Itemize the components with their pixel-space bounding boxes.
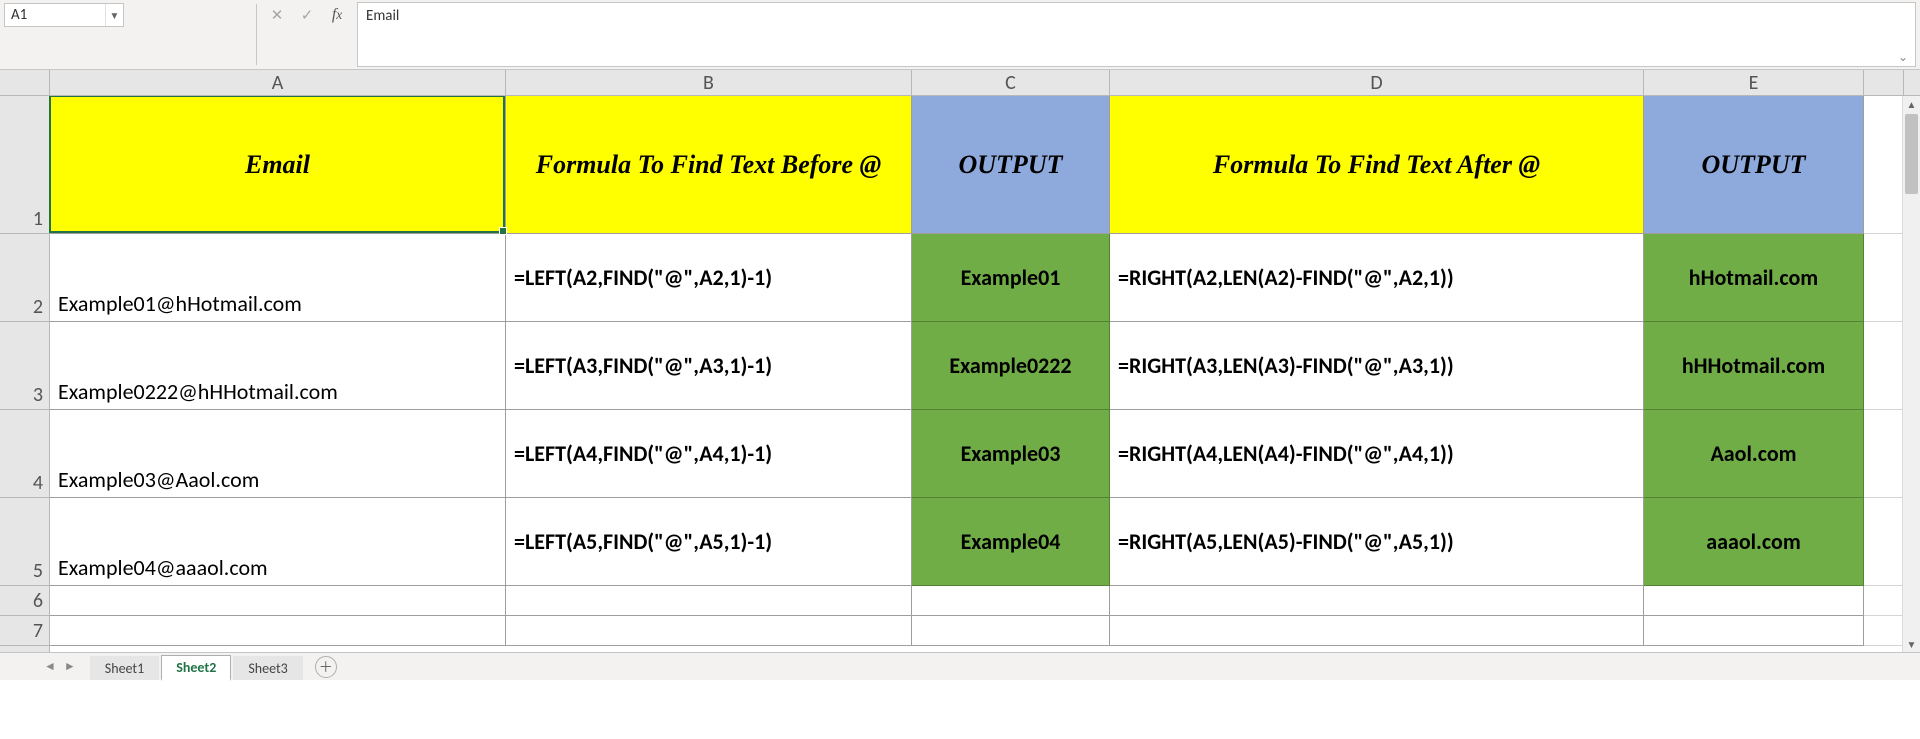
cell-E3[interactable]: hHHotmail.com <box>1644 322 1864 410</box>
cell-F3[interactable] <box>1864 322 1904 410</box>
cell-C4[interactable]: Example03 <box>912 410 1110 498</box>
row-header-1[interactable]: 1 <box>0 96 49 234</box>
row-header-4[interactable]: 4 <box>0 410 49 498</box>
formula-bar: A1 ▼ ✕ ✓ fx Email ⌄ <box>0 0 1920 70</box>
name-box-dropdown-icon[interactable]: ▼ <box>105 4 123 26</box>
cell-E6[interactable] <box>1644 586 1864 616</box>
vertical-scrollbar[interactable]: ▲ ▼ <box>1902 96 1920 652</box>
cell-C6[interactable] <box>912 586 1110 616</box>
cell-B3[interactable]: =LEFT(A3,FIND("@",A3,1)-1) <box>506 322 912 410</box>
cell-A7[interactable] <box>50 616 506 646</box>
cell-F6[interactable] <box>1864 586 1904 616</box>
row-header-2[interactable]: 2 <box>0 234 49 322</box>
accept-formula-icon[interactable]: ✓ <box>297 5 317 25</box>
cell-A6[interactable] <box>50 586 506 616</box>
cell-D4[interactable]: =RIGHT(A4,LEN(A4)-FIND("@",A4,1)) <box>1110 410 1644 498</box>
cell-D2[interactable]: =RIGHT(A2,LEN(A2)-FIND("@",A2,1)) <box>1110 234 1644 322</box>
cell-B4[interactable]: =LEFT(A4,FIND("@",A4,1)-1) <box>506 410 912 498</box>
cell-C1[interactable]: OUTPUT <box>912 96 1110 234</box>
cell-C2[interactable]: Example01 <box>912 234 1110 322</box>
name-box-area: A1 ▼ <box>0 0 256 69</box>
cancel-formula-icon[interactable]: ✕ <box>267 5 287 25</box>
col-header-blank[interactable] <box>1864 70 1904 95</box>
scroll-down-icon[interactable]: ▼ <box>1903 636 1920 652</box>
scroll-thumb[interactable] <box>1905 114 1918 194</box>
cell-F1[interactable] <box>1864 96 1904 234</box>
cell-E1[interactable]: OUTPUT <box>1644 96 1864 234</box>
name-box[interactable]: A1 ▼ <box>4 3 124 27</box>
cell-E2[interactable]: hHotmail.com <box>1644 234 1864 322</box>
cell-D7[interactable] <box>1110 616 1644 646</box>
cell-B1[interactable]: Formula To Find Text Before @ <box>506 96 912 234</box>
cell-D6[interactable] <box>1110 586 1644 616</box>
sheet-tab-strip: ◄ ► Sheet1 Sheet2 Sheet3 ＋ <box>0 652 1920 680</box>
cell-C3[interactable]: Example0222 <box>912 322 1110 410</box>
cell-F2[interactable] <box>1864 234 1904 322</box>
cell-A1[interactable]: Email <box>50 96 506 234</box>
tab-nav: ◄ ► <box>30 659 90 674</box>
fill-handle[interactable] <box>499 227 507 235</box>
cell-E4[interactable]: Aaol.com <box>1644 410 1864 498</box>
tab-nav-prev-icon[interactable]: ◄ <box>44 659 56 674</box>
formula-bar-buttons: ✕ ✓ fx <box>257 0 357 69</box>
cell-D1[interactable]: Formula To Find Text After @ <box>1110 96 1644 234</box>
tab-nav-next-icon[interactable]: ► <box>64 659 76 674</box>
col-header-D[interactable]: D <box>1110 70 1644 95</box>
scroll-up-icon[interactable]: ▲ <box>1903 96 1920 112</box>
cell-C7[interactable] <box>912 616 1110 646</box>
cell-A4[interactable]: Example03@Aaol.com <box>50 410 506 498</box>
sheet-tab-3[interactable]: Sheet3 <box>233 656 302 680</box>
sheet-tab-1[interactable]: Sheet1 <box>90 656 159 680</box>
row-header-7[interactable]: 7 <box>0 616 49 646</box>
column-headers: A B C D E <box>50 70 1920 96</box>
cell-D3[interactable]: =RIGHT(A3,LEN(A3)-FIND("@",A3,1)) <box>1110 322 1644 410</box>
row-header-6[interactable]: 6 <box>0 586 49 616</box>
cell-A2[interactable]: Example01@hHotmail.com <box>50 234 506 322</box>
cell-B2[interactable]: =LEFT(A2,FIND("@",A2,1)-1) <box>506 234 912 322</box>
select-all-corner[interactable] <box>0 70 50 96</box>
cell-A5[interactable]: Example04@aaaol.com <box>50 498 506 586</box>
insert-function-icon[interactable]: fx <box>327 5 347 25</box>
name-box-value: A1 <box>5 6 105 24</box>
worksheet: A B C D E 1 2 3 4 5 6 7 Email <box>0 70 1920 652</box>
col-header-E[interactable]: E <box>1644 70 1864 95</box>
row-header-3[interactable]: 3 <box>0 322 49 410</box>
cell-F4[interactable] <box>1864 410 1904 498</box>
col-header-C[interactable]: C <box>912 70 1110 95</box>
cell-B5[interactable]: =LEFT(A5,FIND("@",A5,1)-1) <box>506 498 912 586</box>
cells-region[interactable]: Email Formula To Find Text Before @ OUTP… <box>50 96 1920 652</box>
formula-input[interactable]: Email <box>358 3 1915 66</box>
formula-bar-expand-icon[interactable]: ⌄ <box>1895 50 1911 64</box>
cell-F7[interactable] <box>1864 616 1904 646</box>
add-sheet-icon[interactable]: ＋ <box>315 656 337 678</box>
cell-A3[interactable]: Example0222@hHHotmail.com <box>50 322 506 410</box>
cell-C5[interactable]: Example04 <box>912 498 1110 586</box>
cell-B7[interactable] <box>506 616 912 646</box>
cell-F5[interactable] <box>1864 498 1904 586</box>
cell-E5[interactable]: aaaol.com <box>1644 498 1864 586</box>
cell-D5[interactable]: =RIGHT(A5,LEN(A5)-FIND("@",A5,1)) <box>1110 498 1644 586</box>
cell-B6[interactable] <box>506 586 912 616</box>
col-header-B[interactable]: B <box>506 70 912 95</box>
row-headers: 1 2 3 4 5 6 7 <box>0 96 50 652</box>
sheet-tab-2[interactable]: Sheet2 <box>161 655 231 681</box>
col-header-A[interactable]: A <box>50 70 506 95</box>
row-header-5[interactable]: 5 <box>0 498 49 586</box>
cell-E7[interactable] <box>1644 616 1864 646</box>
formula-input-wrap: Email ⌄ <box>357 2 1916 67</box>
